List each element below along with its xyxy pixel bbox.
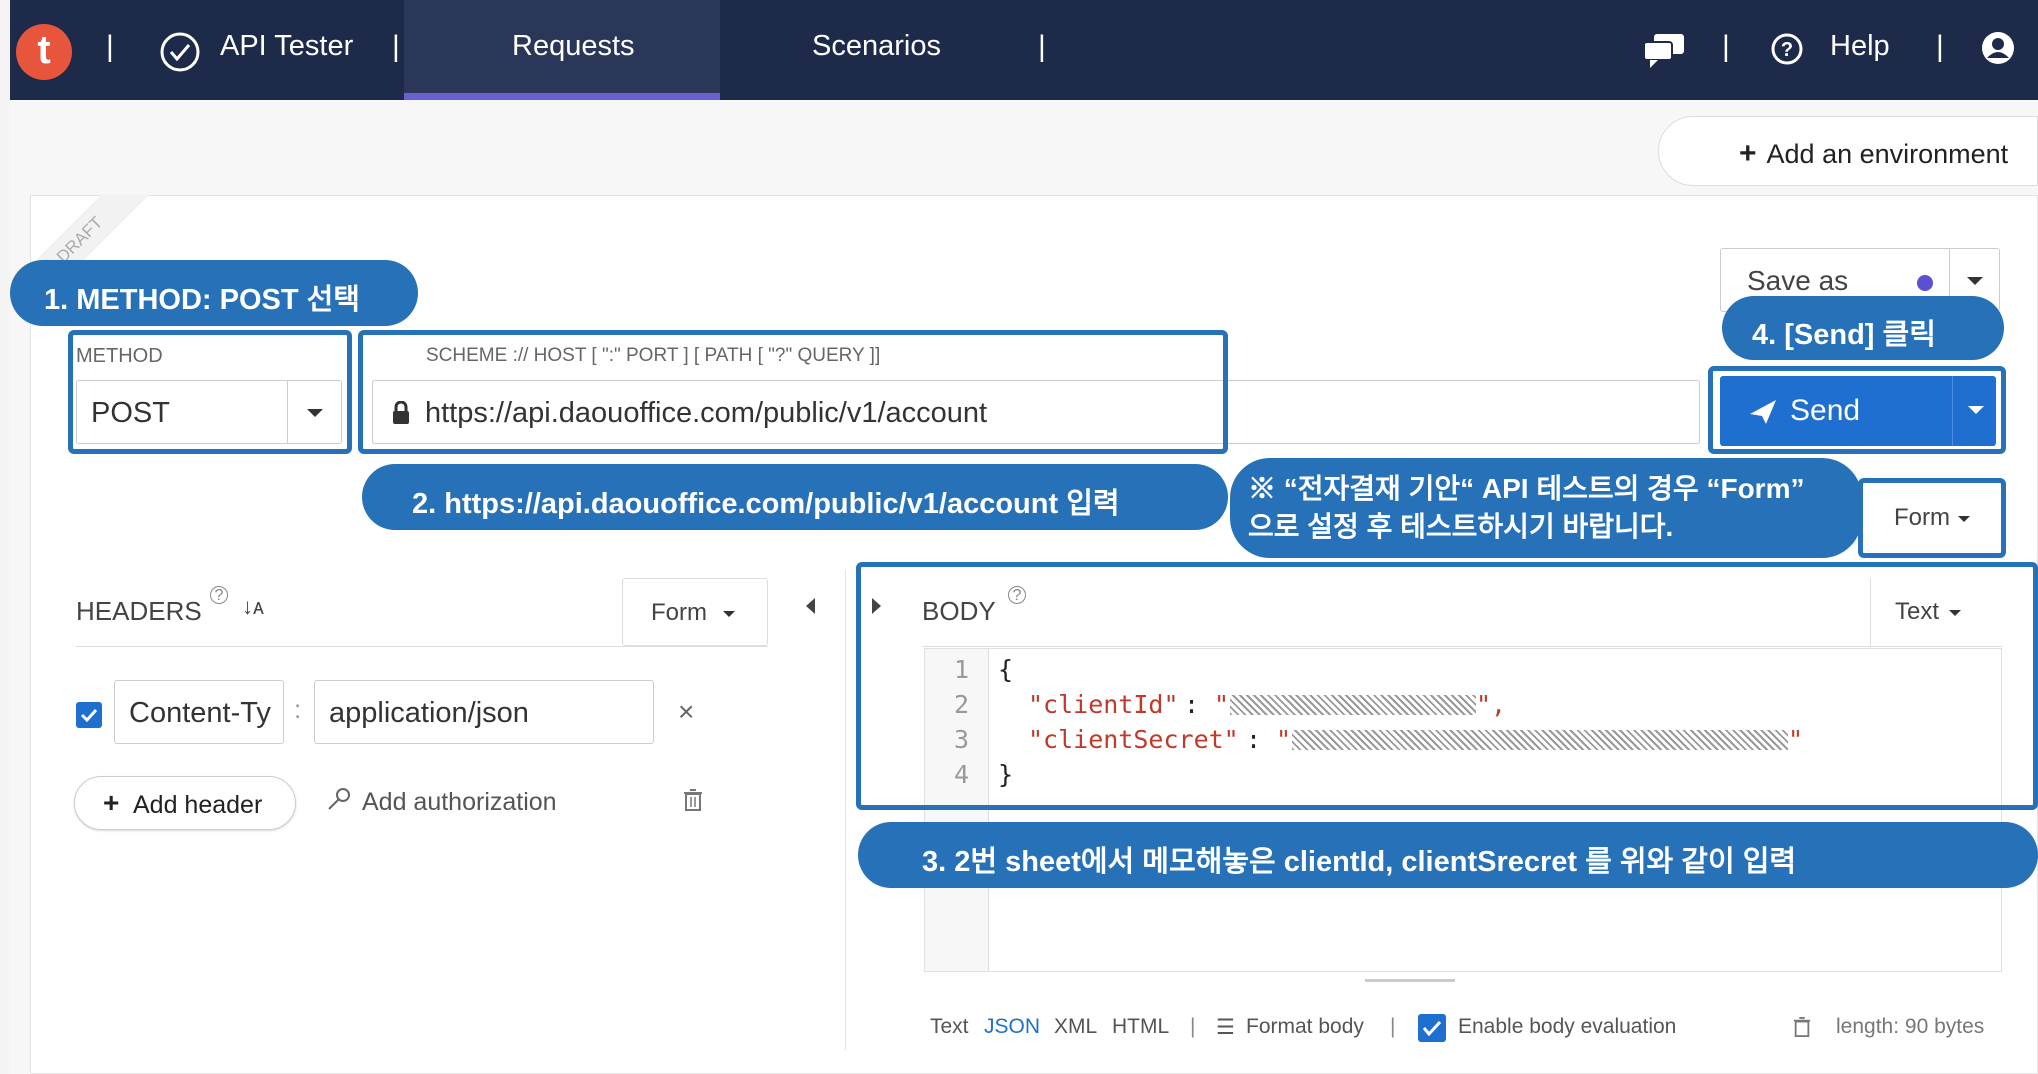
chevron-down-icon[interactable] [1967,277,1983,285]
note-line-2: 으로 설정 후 테스트하시기 바랍니다. [1248,511,1674,542]
tab-requests-label: Requests [512,30,635,62]
nav-separator: | [1722,30,1730,63]
chat-bubbles-icon[interactable] [1642,30,1688,75]
headers-mode-select[interactable]: Form [622,578,768,646]
headers-divider [76,646,768,647]
chevron-down-icon [723,611,735,617]
plus-icon: + [103,787,120,818]
highlight-body-mode [1858,478,2006,558]
nav-separator: | [1936,30,1944,63]
tab-requests[interactable]: Requests [404,0,720,100]
headers-title: HEADERS [76,596,202,626]
toolbar-separator: | [1190,1015,1196,1038]
collapse-left-icon[interactable] [806,598,815,614]
format-text-option[interactable]: Text [930,1015,969,1039]
format-body-button[interactable]: Format body [1246,1015,1364,1039]
callout-step2: 2. https://api.daouoffice.com/public/v1/… [362,464,1228,530]
note-line-1: ※ “전자결재 기안“ API 테스트의 경우 “Form” [1248,473,1805,504]
callout-note: ※ “전자결재 기안“ API 테스트의 경우 “Form” 으로 설정 후 테… [1230,458,1862,558]
panel-splitter[interactable] [845,570,846,1050]
trash-icon[interactable] [1792,1016,1812,1043]
remove-header-icon[interactable]: × [678,696,694,728]
tab-active-indicator [404,93,720,100]
highlight-body [856,562,2038,810]
header-enabled-checkbox[interactable] [76,702,102,728]
body-length: length: 90 bytes [1836,1015,1985,1038]
help-icon[interactable]: ? [210,586,228,604]
enable-body-evaluation-label: Enable body evaluation [1458,1015,1677,1038]
add-environment-button[interactable]: + Add an environment [1658,116,2038,186]
callout-step3: 3. 2번 sheet에서 메모해놓은 clientId, clientSrec… [858,822,2038,888]
help-link[interactable]: Help [1830,30,1890,63]
callout-step4: 4. [Send] 클릭 [1722,296,2004,360]
format-json-option[interactable]: JSON [984,1015,1040,1039]
tab-scenarios[interactable]: Scenarios [812,30,941,63]
save-as-label: Save as [1747,265,1849,296]
app-title[interactable]: API Tester [220,30,353,63]
add-environment-label: Add an environment [1766,139,2009,169]
nav-separator: | [392,30,400,63]
callout-step1: 1. METHOD: POST 선택 [10,260,418,326]
toolbar-separator: | [1390,1015,1396,1038]
format-lines-icon: ☰ [1216,1016,1235,1039]
app-logo[interactable]: t [16,24,72,80]
add-authorization-link[interactable]: Add authorization [362,788,557,817]
headers-mode-value: Form [651,599,707,626]
highlight-method [68,330,352,454]
key-icon [326,786,352,817]
header-value-input[interactable]: application/json [314,680,654,744]
add-header-label: Add header [133,791,263,819]
highlight-send [1708,366,2006,454]
header-key-value: Content-Ty [129,697,271,729]
resize-handle[interactable] [1365,979,1455,982]
nav-separator: | [1038,30,1046,63]
add-header-button[interactable]: + Add header [74,776,296,830]
unsaved-dot-icon [1917,275,1933,291]
sort-az-icon[interactable]: ↓ᴀ [242,594,264,620]
nav-separator: | [106,30,114,63]
svg-text:?: ? [1781,39,1793,61]
plus-icon: + [1739,137,1757,170]
top-navbar: t | API Tester | Requests Scenarios | | … [10,0,2038,100]
highlight-url [358,330,1228,454]
trash-icon[interactable] [682,788,704,817]
user-avatar-icon[interactable] [1980,30,2016,71]
header-value-text: application/json [329,697,529,729]
header-key-input[interactable]: Content-Ty [114,680,284,744]
enable-body-evaluation-checkbox[interactable] [1418,1014,1446,1042]
key-value-colon: : [294,694,302,724]
help-circle-icon[interactable]: ? [1770,32,1804,71]
check-circle-icon [158,30,202,79]
format-html-option[interactable]: HTML [1112,1015,1169,1039]
format-xml-option[interactable]: XML [1054,1015,1097,1039]
